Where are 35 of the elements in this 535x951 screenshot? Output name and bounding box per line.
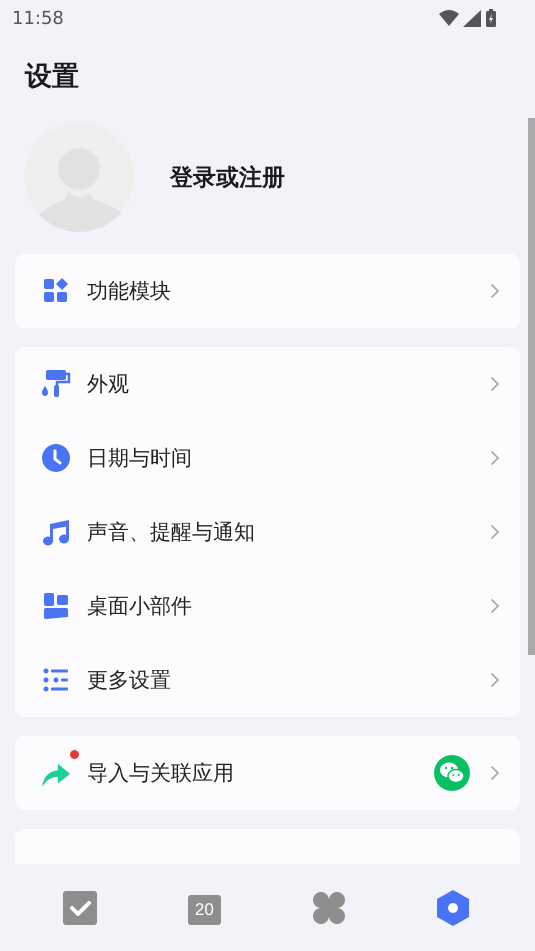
modules-icon [43,278,69,304]
settings-row[interactable]: 导入与关联应用 [15,736,520,810]
row-label: 日期与时间 [87,445,193,472]
clock-icon [42,444,70,472]
widgets-icon [43,592,69,620]
settings-row[interactable]: 外观 [15,347,520,421]
status-time: 11:58 [12,8,64,28]
chat-app-icon [434,755,470,791]
row-label: 导入与关联应用 [87,760,235,787]
row-label: 桌面小部件 [87,593,193,620]
settings-row[interactable]: 更多设置 [15,643,520,717]
page-title: 设置 [25,60,80,94]
login-button[interactable]: 登录或注册 [170,162,285,192]
row-label: 更多设置 [87,667,172,694]
row-label: 声音、提醒与通知 [87,519,256,546]
battery-icon [485,9,497,27]
wifi-icon [439,10,459,26]
settings-row[interactable]: 功能模块 [15,254,520,328]
settings-row[interactable]: 声音、提醒与通知 [15,495,520,569]
chevron-right-icon [490,376,500,392]
settings-row[interactable]: 桌面小部件 [15,569,520,643]
chevron-right-icon [490,598,500,614]
chevron-right-icon [490,524,500,540]
chevron-right-icon [490,283,500,299]
paint-roller-icon [41,369,71,399]
row-label: 功能模块 [87,278,172,305]
music-note-icon [42,518,70,546]
list-icon [43,668,69,692]
row-label: 外观 [87,371,130,398]
chevron-right-icon [490,450,500,466]
settings-row[interactable]: 日期与时间 [15,421,520,495]
chevron-right-icon [490,765,500,781]
signal-icon [463,10,481,26]
calendar-icon: 20 [188,894,221,924]
chevron-right-icon [490,672,500,688]
